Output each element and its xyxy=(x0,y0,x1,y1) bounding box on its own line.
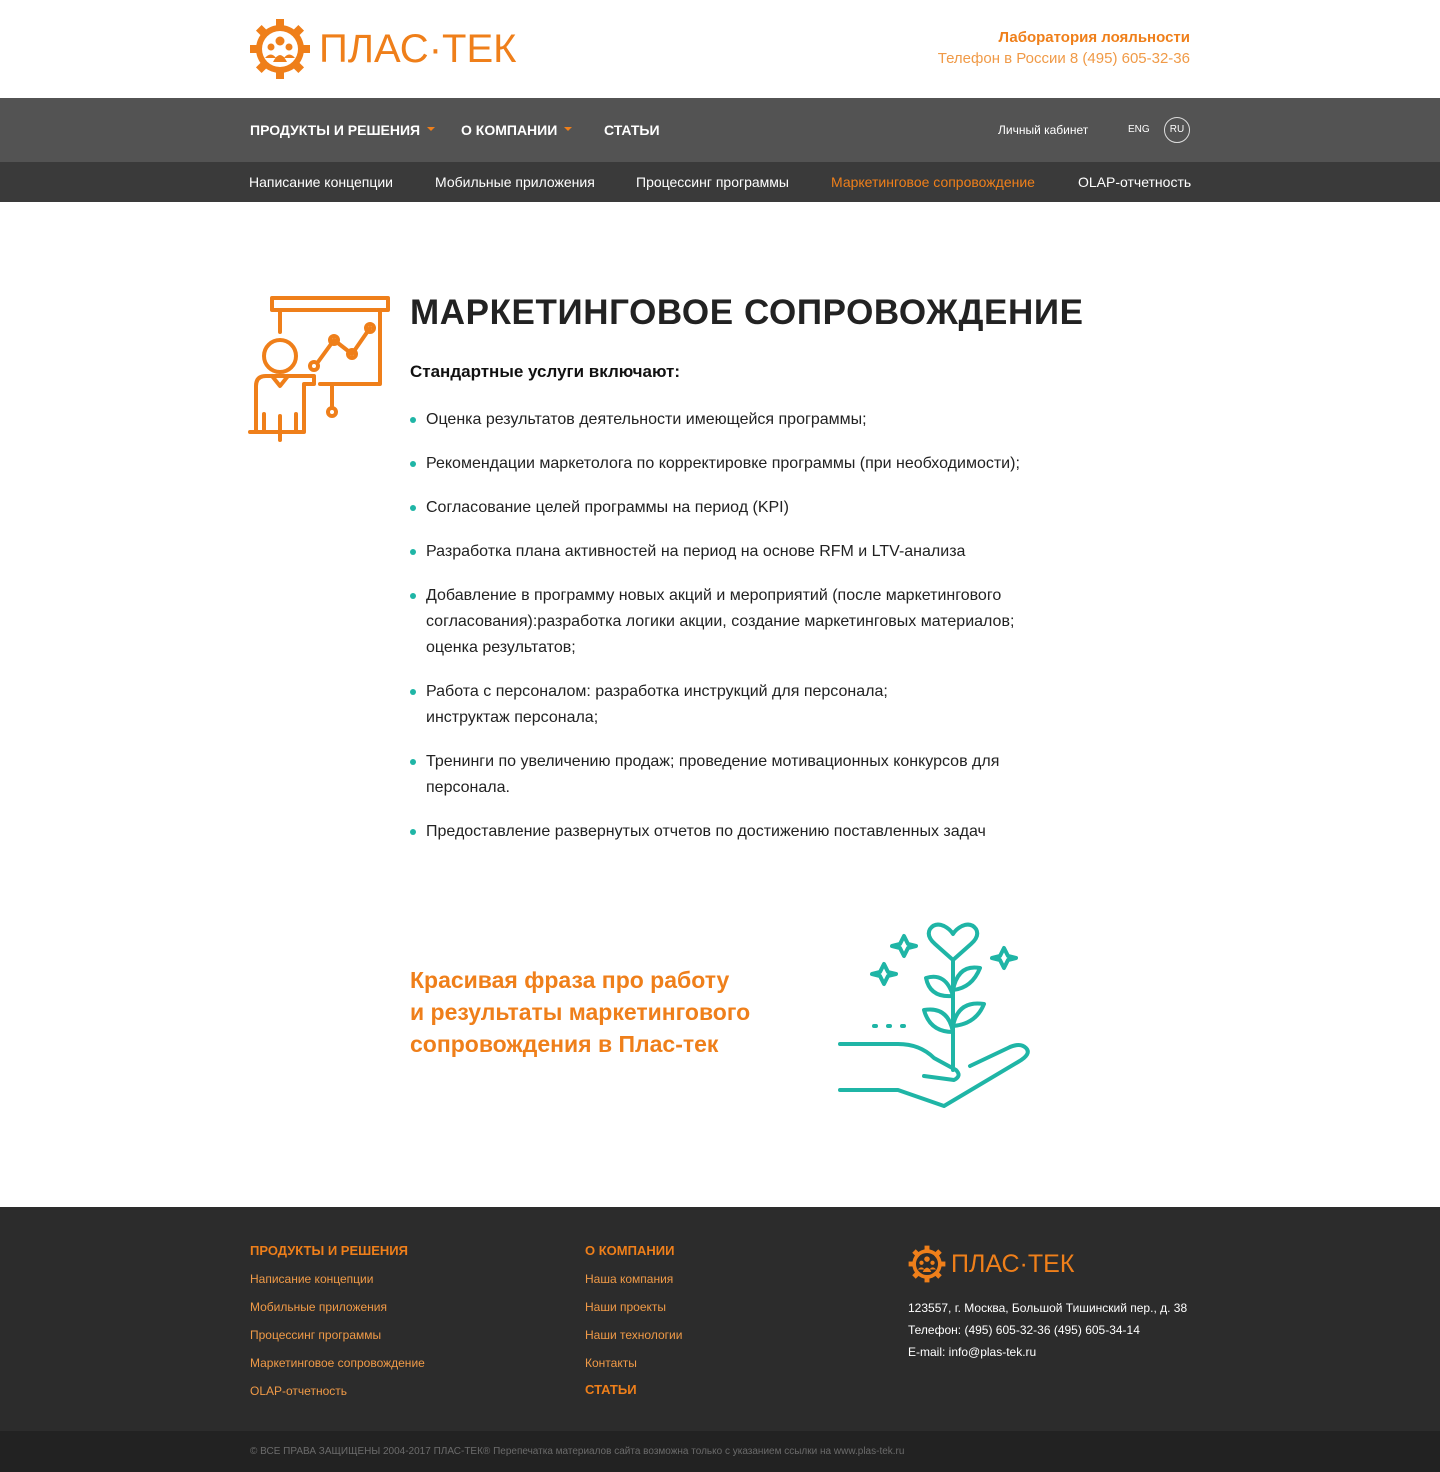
footer-link[interactable]: Контакты xyxy=(585,1355,637,1371)
list-item-text: Согласование целей программы на период (… xyxy=(426,499,789,516)
lang-ru-button[interactable]: RU xyxy=(1164,117,1190,143)
subnav-processing[interactable]: Процессинг программы xyxy=(636,162,789,202)
list-item: Тренинги по увеличению продаж; проведени… xyxy=(410,749,1000,801)
footer-link[interactable]: Наша компания xyxy=(585,1271,673,1287)
nav-company[interactable]: О КОМПАНИИ xyxy=(461,98,573,162)
personal-cabinet-link[interactable]: Личный кабинет xyxy=(998,98,1088,162)
footer-email[interactable]: E-mail: info@plas-tek.ru xyxy=(908,1344,1036,1360)
sub-nav: Написание концепции Мобильные приложения… xyxy=(0,162,1440,202)
chevron-down-icon xyxy=(564,127,573,132)
main-nav: ПРОДУКТЫ И РЕШЕНИЯ О КОМПАНИИ СТАТЬИ Лич… xyxy=(0,98,1440,162)
list-item-text: Тренинги по увеличению продаж; проведени… xyxy=(426,753,1000,796)
bullet-icon xyxy=(410,417,416,423)
bullet-icon xyxy=(410,549,416,555)
subnav-concept[interactable]: Написание концепции xyxy=(249,162,393,202)
list-item: Добавление в программу новых акций и мер… xyxy=(410,583,1040,661)
presentation-icon xyxy=(248,296,390,442)
footer-link[interactable]: Написание концепции xyxy=(250,1271,373,1287)
subnav-marketing[interactable]: Маркетинговое сопровождение xyxy=(831,162,1035,202)
list-item: Рекомендации маркетолога по корректировк… xyxy=(410,451,1060,477)
logo-gear-icon xyxy=(908,1245,946,1283)
bullet-icon xyxy=(410,593,416,599)
tagline: Красивая фраза про работу и результаты м… xyxy=(410,964,790,1060)
footer-link[interactable]: Мобильные приложения xyxy=(250,1299,387,1315)
services-list: Оценка результатов деятельности имеющейс… xyxy=(410,407,1060,863)
tagline-line: сопровождения в Плас-тек xyxy=(410,1031,719,1057)
list-item-text: Предоставление развернутых отчетов по до… xyxy=(426,823,986,840)
list-item-text: Разработка плана активностей на период н… xyxy=(426,543,966,560)
footer-link[interactable]: Процессинг программы xyxy=(250,1327,381,1343)
tagline-line: Красивая фраза про работу xyxy=(410,967,730,993)
page-title: МАРКЕТИНГОВОЕ СОПРОВОЖДЕНИЕ xyxy=(410,293,1084,332)
logo[interactable]: ПЛАС·ТЕК xyxy=(249,18,516,80)
list-item: Согласование целей программы на период (… xyxy=(410,495,1060,521)
bullet-icon xyxy=(410,759,416,765)
header-phone[interactable]: Телефон в России 8 (495) 605-32-36 xyxy=(938,48,1190,70)
copyright-bar: © ВСЕ ПРАВА ЗАЩИЩЕНЫ 2004-2017 ПЛАС-ТЕК®… xyxy=(0,1431,1440,1472)
footer-link[interactable]: OLAP-отчетность xyxy=(250,1383,347,1399)
nav-products[interactable]: ПРОДУКТЫ И РЕШЕНИЯ xyxy=(250,98,436,162)
footer-link[interactable]: Наши технологии xyxy=(585,1327,682,1343)
footer-link[interactable]: Маркетинговое сопровождение xyxy=(250,1355,425,1371)
plant-hand-icon xyxy=(838,922,1030,1108)
subnav-olap[interactable]: OLAP-отчетность xyxy=(1078,162,1191,202)
nav-articles[interactable]: СТАТЬИ xyxy=(604,98,660,162)
footer-articles-heading[interactable]: СТАТЬИ xyxy=(585,1382,637,1398)
nav-products-label: ПРОДУКТЫ И РЕШЕНИЯ xyxy=(250,122,421,138)
list-item: Разработка плана активностей на период н… xyxy=(410,539,1060,565)
services-subtitle: Стандартные услуги включают: xyxy=(410,362,681,381)
logo-text: ПЛАС·ТЕК xyxy=(319,26,517,71)
list-item: Оценка результатов деятельности имеющейс… xyxy=(410,407,1060,433)
nav-company-label: О КОМПАНИИ xyxy=(461,122,558,138)
tagline-line: и результаты маркетингового xyxy=(410,999,751,1025)
list-item-text: Работа с персоналом: разработка инструкц… xyxy=(426,683,888,726)
bullet-icon xyxy=(410,829,416,835)
bullet-icon xyxy=(410,461,416,467)
footer-address: 123557, г. Москва, Большой Тишинский пер… xyxy=(908,1301,1188,1315)
footer-phones: Телефон: (495) 605-32-36 (495) 605-34-14 xyxy=(908,1323,1140,1337)
footer-logo-text: ПЛАС·ТЕК xyxy=(951,1249,1075,1278)
footer-company-heading[interactable]: О КОМПАНИИ xyxy=(585,1243,674,1259)
nav-articles-label: СТАТЬИ xyxy=(604,122,660,138)
header-contacts: Лаборатория лояльности Телефон в России … xyxy=(938,28,1190,70)
subnav-mobile-apps[interactable]: Мобильные приложения xyxy=(435,162,595,202)
footer-link[interactable]: Наши проекты xyxy=(585,1299,666,1315)
footer-products-heading[interactable]: ПРОДУКТЫ И РЕШЕНИЯ xyxy=(250,1243,408,1259)
bullet-icon xyxy=(410,689,416,695)
site-footer: ПРОДУКТЫ И РЕШЕНИЯ Написание концепции М… xyxy=(0,1207,1440,1431)
logo-gear-icon xyxy=(250,19,310,79)
list-item-text: Оценка результатов деятельности имеющейс… xyxy=(426,411,867,428)
copyright-text: © ВСЕ ПРАВА ЗАЩИЩЕНЫ 2004-2017 ПЛАС-ТЕК®… xyxy=(250,1446,905,1457)
site-header: ПЛАС·ТЕК Лаборатория лояльности Телефон … xyxy=(0,0,1440,98)
footer-logo[interactable]: ПЛАС·ТЕК xyxy=(908,1245,1074,1283)
lab-title: Лаборатория лояльности xyxy=(998,29,1190,46)
list-item: Предоставление развернутых отчетов по до… xyxy=(410,819,1060,845)
lang-eng-button[interactable]: ENG xyxy=(1128,98,1150,162)
list-item-text: Рекомендации маркетолога по корректировк… xyxy=(426,455,1020,472)
chevron-down-icon xyxy=(427,127,436,132)
list-item-text: Добавление в программу новых акций и мер… xyxy=(426,587,1015,656)
list-item: Работа с персоналом: разработка инструкц… xyxy=(410,679,910,731)
bullet-icon xyxy=(410,505,416,511)
